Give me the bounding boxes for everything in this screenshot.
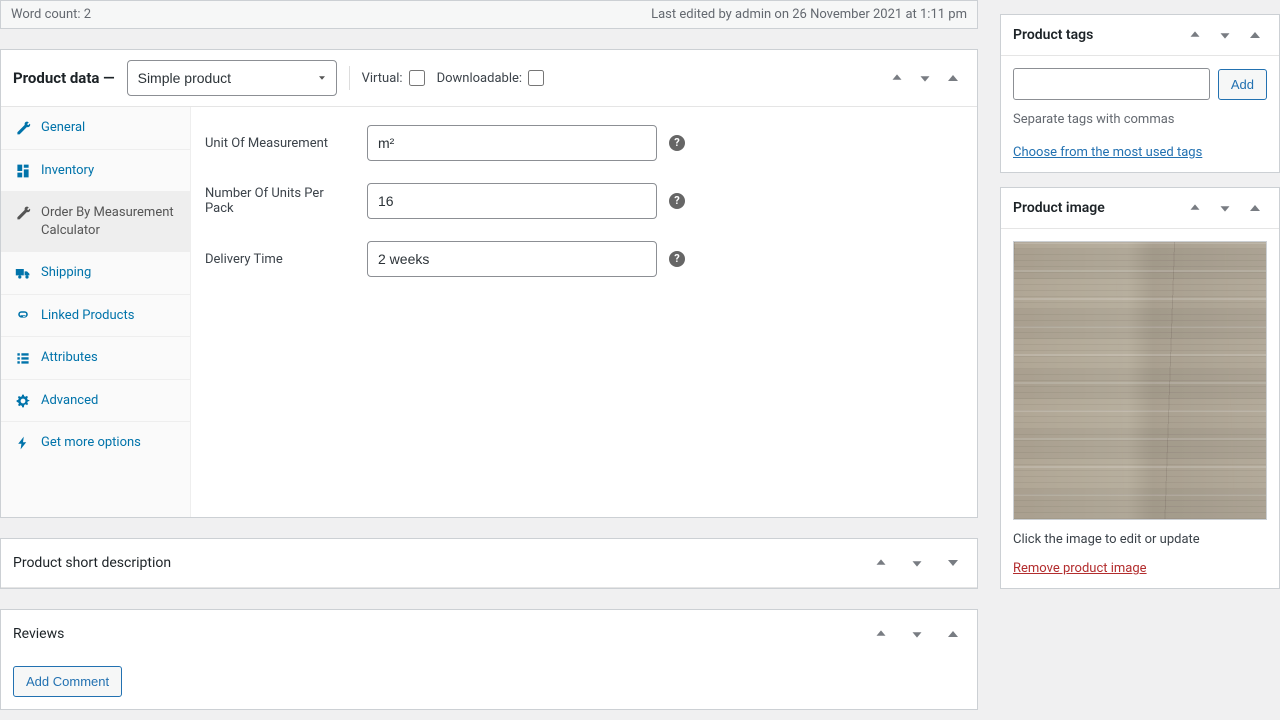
move-down-icon[interactable] bbox=[1213, 23, 1237, 47]
virtual-label: Virtual: bbox=[362, 71, 403, 86]
add-comment-button[interactable]: Add Comment bbox=[13, 666, 122, 697]
downloadable-toggle[interactable]: Downloadable: bbox=[437, 70, 544, 86]
tab-label: Order By Measurement Calculator bbox=[41, 204, 180, 239]
tab-get-more-options[interactable]: Get more options bbox=[1, 422, 190, 464]
product-data-fields: Unit Of Measurement ? Number Of Units Pe… bbox=[191, 107, 977, 517]
units-per-pack-label: Number Of Units Per Pack bbox=[205, 186, 355, 216]
unit-of-measurement-label: Unit Of Measurement bbox=[205, 136, 355, 151]
word-count: Word count: 2 bbox=[11, 7, 91, 22]
link-icon bbox=[15, 308, 31, 324]
panel-toggle-icon[interactable] bbox=[941, 551, 965, 575]
panel-toggle-icon[interactable] bbox=[941, 622, 965, 646]
tab-label: Shipping bbox=[41, 264, 91, 282]
last-edited: Last edited by admin on 26 November 2021… bbox=[651, 7, 967, 22]
product-image-panel: Product image Click the image to edit or… bbox=[1000, 187, 1280, 589]
tab-general[interactable]: General bbox=[1, 107, 190, 150]
tab-shipping[interactable]: Shipping bbox=[1, 252, 190, 295]
product-tags-hint: Separate tags with commas bbox=[1013, 112, 1267, 127]
tab-label: Inventory bbox=[41, 162, 94, 180]
tab-label: General bbox=[41, 119, 85, 137]
tab-linked-products[interactable]: Linked Products bbox=[1, 295, 190, 338]
tab-label: Linked Products bbox=[41, 307, 134, 325]
tab-advanced[interactable]: Advanced bbox=[1, 380, 190, 423]
product-data-header: Product data — Simple product Virtual: D… bbox=[1, 50, 977, 107]
downloadable-label: Downloadable: bbox=[437, 71, 522, 86]
move-up-icon[interactable] bbox=[1183, 196, 1207, 220]
move-down-icon[interactable] bbox=[905, 551, 929, 575]
panel-toggle-icon[interactable] bbox=[1243, 196, 1267, 220]
move-up-icon[interactable] bbox=[869, 551, 893, 575]
move-down-icon[interactable] bbox=[1213, 196, 1237, 220]
move-up-icon[interactable] bbox=[1183, 23, 1207, 47]
list-icon bbox=[15, 350, 31, 366]
product-tags-input[interactable] bbox=[1013, 68, 1210, 100]
product-data-panel: Product data — Simple product Virtual: D… bbox=[0, 49, 978, 518]
wrench-icon bbox=[15, 120, 31, 136]
help-icon[interactable]: ? bbox=[669, 251, 685, 267]
virtual-checkbox[interactable] bbox=[409, 70, 425, 86]
panel-toggle-icon[interactable] bbox=[1243, 23, 1267, 47]
remove-product-image-link[interactable]: Remove product image bbox=[1013, 561, 1147, 576]
reviews-panel: Reviews Add Comment bbox=[0, 609, 978, 710]
product-image-title: Product image bbox=[1013, 200, 1177, 216]
help-icon[interactable]: ? bbox=[669, 193, 685, 209]
truck-icon bbox=[15, 265, 31, 281]
units-per-pack-input[interactable] bbox=[367, 183, 657, 219]
tab-label: Advanced bbox=[41, 392, 98, 410]
product-data-tabs: General Inventory Order By Measurement C… bbox=[1, 107, 191, 517]
delivery-time-input[interactable] bbox=[367, 241, 657, 277]
inventory-icon bbox=[15, 163, 31, 179]
product-tags-panel: Product tags Add Separate tags with comm… bbox=[1000, 14, 1280, 173]
reviews-title: Reviews bbox=[13, 626, 857, 642]
wrench-icon bbox=[15, 205, 31, 221]
choose-used-tags-link[interactable]: Choose from the most used tags bbox=[1013, 145, 1202, 160]
delivery-time-label: Delivery Time bbox=[205, 252, 355, 267]
short-description-title: Product short description bbox=[13, 555, 857, 571]
move-down-icon[interactable] bbox=[905, 622, 929, 646]
move-down-icon[interactable] bbox=[913, 66, 937, 90]
separator bbox=[349, 66, 350, 90]
product-data-title: Product data — bbox=[13, 69, 115, 87]
move-up-icon[interactable] bbox=[869, 622, 893, 646]
tab-inventory[interactable]: Inventory bbox=[1, 150, 190, 193]
lightning-icon bbox=[15, 435, 31, 451]
move-up-icon[interactable] bbox=[885, 66, 909, 90]
virtual-toggle[interactable]: Virtual: bbox=[362, 70, 425, 86]
editor-status-bar: Word count: 2 Last edited by admin on 26… bbox=[0, 0, 978, 29]
product-type-select[interactable]: Simple product bbox=[127, 60, 337, 96]
help-icon[interactable]: ? bbox=[669, 135, 685, 151]
panel-toggle-icon[interactable] bbox=[941, 66, 965, 90]
short-description-panel: Product short description bbox=[0, 538, 978, 589]
tab-order-by-measurement[interactable]: Order By Measurement Calculator bbox=[1, 192, 190, 252]
product-image-thumbnail[interactable] bbox=[1013, 241, 1267, 520]
wood-texture bbox=[1014, 242, 1266, 519]
downloadable-checkbox[interactable] bbox=[528, 70, 544, 86]
product-image-hint: Click the image to edit or update bbox=[1013, 532, 1267, 547]
product-tags-title: Product tags bbox=[1013, 27, 1177, 43]
unit-of-measurement-input[interactable] bbox=[367, 125, 657, 161]
gear-icon bbox=[15, 393, 31, 409]
tab-label: Attributes bbox=[41, 349, 98, 367]
add-tag-button[interactable]: Add bbox=[1218, 69, 1267, 100]
tab-attributes[interactable]: Attributes bbox=[1, 337, 190, 380]
tab-label: Get more options bbox=[41, 434, 141, 452]
